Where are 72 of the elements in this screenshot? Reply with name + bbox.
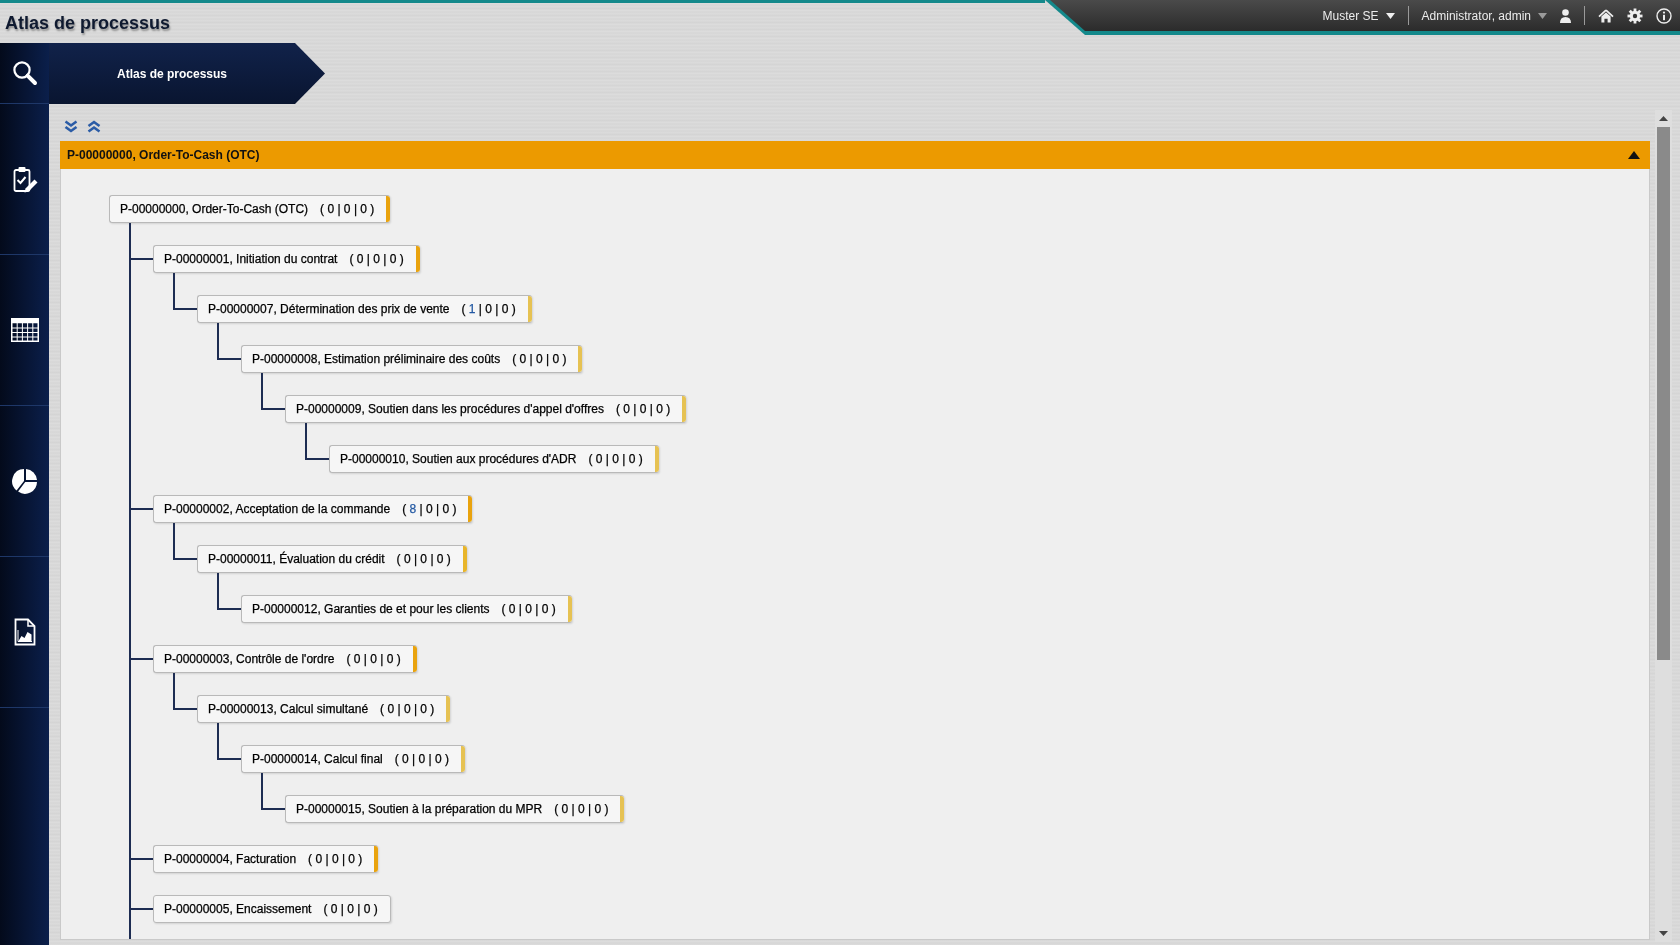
count-summary: ( 0 | 0 | 0 ): [588, 452, 643, 466]
app-title: Atlas de processus: [5, 12, 171, 34]
process-node[interactable]: P-00000003, Contrôle de l'ordre ( 0 | 0 | 0 ): [153, 645, 417, 673]
count-summary: ( 0 | 0 | 0 ): [323, 902, 378, 916]
process-node[interactable]: P-00000005, Encaissement ( 0 | 0 | 0 ): [153, 895, 391, 923]
process-node[interactable]: P-00000000, Order-To-Cash (OTC) ( 0 | 0 | 0 ): [109, 195, 391, 223]
search-icon[interactable]: [11, 60, 38, 86]
process-node[interactable]: P-00000004, Facturation ( 0 | 0 | 0 ): [153, 845, 379, 873]
scrollbar-thumb[interactable]: [1657, 127, 1670, 660]
count-link[interactable]: 1: [468, 302, 476, 316]
process-node[interactable]: P-00000008, Estimation préliminaire des coûts ( 0 | 0 | 0 ): [241, 345, 583, 373]
count-summary: ( 0 | 0 | 0 ): [346, 652, 401, 666]
process-node[interactable]: P-00000010, Soutien aux procédures d'ADR ( 0 | 0 | 0 ): [329, 445, 659, 473]
tree-line: [129, 860, 131, 873]
count-summary: ( 0 | 0 | 0 ): [554, 802, 609, 816]
caret-down-icon[interactable]: [1538, 12, 1547, 19]
company-dropdown[interactable]: Muster SE: [1322, 8, 1395, 23]
caret-down-icon[interactable]: [1385, 12, 1395, 19]
settings-icon[interactable]: [1627, 7, 1643, 24]
clipboard-icon[interactable]: [11, 165, 38, 193]
count-summary: ( 0 | 0 | 0 ): [320, 202, 375, 216]
process-label: P-00000003, Contrôle de l'ordre: [164, 652, 335, 666]
process-node[interactable]: P-00000011, Évaluation du crédit ( 0 | 0 | 0 ): [197, 545, 467, 573]
count-summary: ( 1 | 0 | 0 ): [461, 302, 516, 316]
process-node[interactable]: P-00000002, Acceptation de la commande ( 8 | 0 | 0 ): [153, 495, 473, 523]
process-label: P-00000015, Soutien à la préparation du MPR: [296, 802, 543, 816]
count-summary: ( 0 | 0 | 0 ): [396, 552, 451, 566]
count-summary: ( 0 | 0 | 0 ): [501, 602, 556, 616]
user-icon[interactable]: [1560, 8, 1571, 23]
double-chevron-down-icon[interactable]: [64, 120, 78, 133]
home-icon[interactable]: [1598, 8, 1614, 23]
process-node[interactable]: P-00000012, Garanties de et pour les clients ( 0 | 0 | 0 ): [241, 595, 572, 623]
count-link[interactable]: 8: [409, 502, 417, 516]
breadcrumb-item[interactable]: Atlas de processus: [49, 43, 325, 104]
pie-chart-icon[interactable]: [11, 468, 38, 494]
process-label: P-00000005, Encaissement: [164, 902, 312, 916]
process-node[interactable]: P-00000013, Calcul simultané ( 0 | 0 | 0 ): [197, 695, 451, 723]
process-label: P-00000013, Calcul simultané: [208, 702, 369, 716]
process-label: P-00000004, Facturation: [164, 852, 297, 866]
triangle-up-icon[interactable]: [1628, 151, 1640, 159]
calendar-icon[interactable]: [10, 318, 39, 342]
process-label: P-00000012, Garanties de et pour les clients: [252, 602, 490, 616]
process-label: P-00000000, Order-To-Cash (OTC): [120, 202, 309, 216]
count-summary: ( 0 | 0 | 0 ): [308, 852, 363, 866]
count-summary: ( 0 | 0 | 0 ): [512, 352, 567, 366]
process-label: P-00000001, Initiation du contrat: [164, 252, 338, 266]
count-summary: ( 8 | 0 | 0 ): [402, 502, 457, 516]
scroll-up-icon[interactable]: [1659, 116, 1668, 121]
process-label: P-00000009, Soutien dans les procédures d'appel d'offres: [296, 402, 604, 416]
process-label: P-00000011, Évaluation du crédit: [208, 552, 385, 566]
count-summary: ( 0 | 0 | 0 ): [380, 702, 435, 716]
scroll-down-icon[interactable]: [1659, 931, 1668, 936]
process-node[interactable]: P-00000009, Soutien dans les procédures d'appel d'offres ( 0 | 0 | 0 ): [285, 395, 687, 423]
count-summary: ( 0 | 0 | 0 ): [615, 402, 671, 416]
process-label: P-00000014, Calcul final: [252, 752, 383, 766]
process-label: P-00000002, Acceptation de la commande: [164, 502, 391, 516]
process-label: P-00000010, Soutien aux procédures d'ADR: [340, 452, 577, 466]
process-label: P-00000008, Estimation préliminaire des coûts: [252, 352, 501, 366]
panel-title: P-00000000, Order-To-Cash (OTC): [67, 148, 260, 162]
scrollbar-track[interactable]: [1655, 110, 1672, 942]
process-node[interactable]: P-00000007, Détermination des prix de vente ( 1 | 0 | 0 ): [197, 295, 532, 323]
chart-document-icon[interactable]: [12, 618, 37, 646]
count-summary: ( 0 | 0 | 0 ): [394, 752, 450, 766]
info-icon[interactable]: [1656, 7, 1672, 24]
process-node[interactable]: P-00000014, Calcul final ( 0 | 0 | 0 ): [241, 745, 466, 773]
count-summary: ( 0 | 0 | 0 ): [349, 252, 404, 266]
process-node[interactable]: P-00000015, Soutien à la préparation du MPR ( 0 | 0 | 0 ): [285, 795, 625, 823]
process-node[interactable]: P-00000001, Initiation du contrat ( 0 | 0 | 0 ): [153, 245, 420, 273]
process-label: P-00000007, Détermination des prix de vente: [208, 302, 450, 316]
double-chevron-up-icon[interactable]: [87, 120, 101, 133]
panel-header[interactable]: P-00000000, Order-To-Cash (OTC): [60, 141, 1650, 169]
user-dropdown[interactable]: Administrator, admin: [1421, 8, 1547, 23]
